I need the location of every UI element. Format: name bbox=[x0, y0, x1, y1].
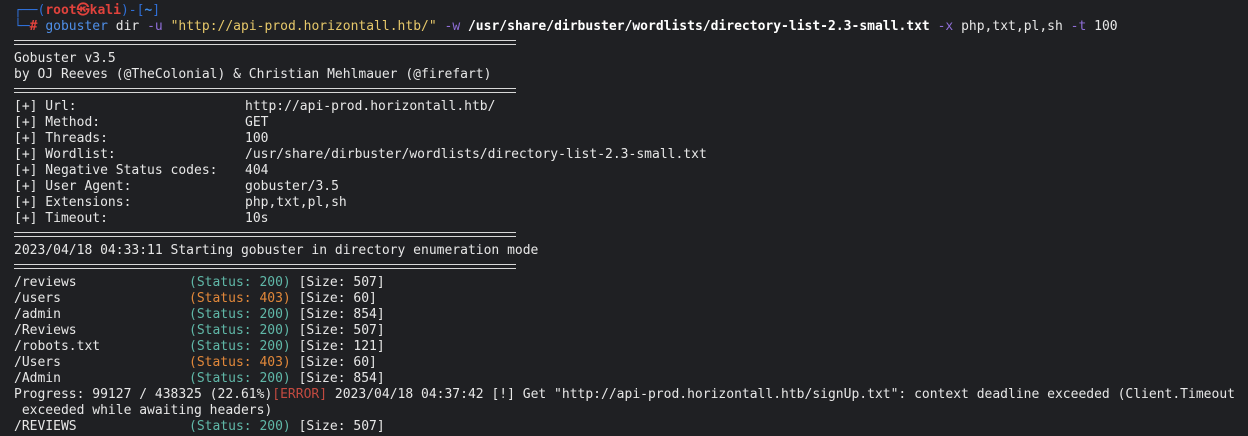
prompt-hash: # bbox=[29, 19, 38, 34]
arg-url: "http://api-prod.horizontall.htb/" bbox=[170, 19, 437, 34]
config-row-method: [+] Method: GET bbox=[14, 115, 269, 130]
result-status: (Status: 200) bbox=[189, 307, 291, 322]
result-path: /Reviews bbox=[14, 323, 77, 338]
command-line[interactable]: └─# gobuster dir -u "http://api-prod.hor… bbox=[14, 19, 1118, 35]
arg-wordlist: /usr/share/dirbuster/wordlists/directory… bbox=[467, 19, 930, 34]
result-path: /users bbox=[14, 291, 61, 306]
result-row: /REVIEWS (Status: 200) [Size: 507] bbox=[14, 419, 385, 435]
result-size: [Size: 854] bbox=[298, 371, 385, 386]
result-status: (Status: 200) bbox=[189, 371, 291, 386]
separator-1 bbox=[14, 40, 516, 45]
result-status: (Status: 403) bbox=[189, 291, 291, 306]
config-row-user-agent: [+] User Agent: gobuster/3.5 bbox=[14, 179, 339, 194]
result-row: /Admin (Status: 200) [Size: 854] bbox=[14, 371, 385, 387]
result-size: [Size: 507] bbox=[298, 419, 385, 434]
result-status: (Status: 200) bbox=[189, 419, 291, 434]
arg-threads: 100 bbox=[1094, 19, 1118, 34]
result-row: /reviews (Status: 200) [Size: 507] bbox=[14, 275, 385, 291]
result-row: /users (Status: 403) [Size: 60] bbox=[14, 291, 377, 307]
start-message: 2023/04/18 04:33:11 Starting gobuster in… bbox=[14, 243, 539, 258]
flag-t: -t bbox=[1070, 19, 1087, 34]
error-tag: [ERROR] bbox=[272, 387, 328, 402]
flag-x: -x bbox=[937, 19, 954, 34]
prompt-end-bracket: ] bbox=[152, 3, 161, 18]
prompt-separator: )-[ bbox=[120, 3, 145, 18]
error-message: 2023/04/18 04:37:42 [!] Get "http://api-… bbox=[327, 387, 1235, 402]
progress-line: Progress: 99127 / 438325 (22.61%)[ERROR]… bbox=[14, 387, 1235, 403]
result-row: /robots.txt (Status: 200) [Size: 121] bbox=[14, 339, 385, 355]
result-status: (Status: 200) bbox=[189, 339, 291, 354]
separator-3 bbox=[14, 232, 516, 237]
config-row-wordlist: [+] Wordlist:/usr/share/dirbuster/wordli… bbox=[14, 147, 707, 162]
separator-2 bbox=[14, 88, 516, 93]
flag-w: -w bbox=[444, 19, 461, 34]
result-size: [Size: 854] bbox=[298, 307, 385, 322]
arg-extensions: php,txt,pl,sh bbox=[961, 19, 1063, 34]
config-row-extensions: [+] Extensions: php,txt,pl,sh bbox=[14, 195, 347, 210]
prompt-header: ┌──(root㉿kali)-[~] bbox=[14, 3, 160, 19]
result-path: /Admin bbox=[14, 371, 61, 386]
result-path: /admin bbox=[14, 307, 61, 322]
result-size: [Size: 507] bbox=[298, 323, 385, 338]
config-row-negative-status: [+] Negative Status codes: 404 bbox=[14, 163, 269, 178]
result-path: /robots.txt bbox=[14, 339, 101, 354]
result-status: (Status: 200) bbox=[189, 323, 291, 338]
separator-4 bbox=[14, 264, 516, 269]
prompt-box-bottom: └─ bbox=[14, 19, 30, 34]
progress-counter: Progress: 99127 / 438325 (22.61%) bbox=[14, 387, 273, 402]
config-row-timeout: [+] Timeout: 10s bbox=[14, 211, 269, 226]
result-path: /reviews bbox=[14, 275, 77, 290]
result-status: (Status: 200) bbox=[189, 275, 291, 290]
result-size: [Size: 60] bbox=[298, 291, 377, 306]
result-row: /admin (Status: 200) [Size: 854] bbox=[14, 307, 385, 323]
result-size: [Size: 507] bbox=[298, 275, 385, 290]
flag-u: -u bbox=[147, 19, 163, 34]
config-row-threads: [+] Threads: 100 bbox=[14, 131, 269, 146]
command-name: gobuster bbox=[45, 19, 108, 34]
result-size: [Size: 121] bbox=[298, 339, 385, 354]
result-size: [Size: 60] bbox=[298, 355, 377, 370]
result-path: /REVIEWS bbox=[14, 419, 77, 434]
banner-version: Gobuster v3.5 bbox=[14, 51, 116, 66]
command-subcommand: dir bbox=[115, 19, 140, 34]
config-row-url: [+] Url: http://api-prod.horizontall.htb/ bbox=[14, 99, 496, 114]
error-continuation: exceeded while awaiting headers) bbox=[14, 403, 273, 418]
banner-authors: by OJ Reeves (@TheColonial) & Christian … bbox=[14, 67, 492, 82]
result-status: (Status: 403) bbox=[189, 355, 291, 370]
prompt-box-top: ┌──( bbox=[14, 3, 46, 18]
result-path: /Users bbox=[14, 355, 61, 370]
prompt-user: root㉿kali bbox=[45, 3, 121, 18]
terminal-window[interactable]: ┌──(root㉿kali)-[~] └─# gobuster dir -u "… bbox=[0, 0, 1248, 436]
result-row: /Users (Status: 403) [Size: 60] bbox=[14, 355, 377, 371]
result-row: /Reviews (Status: 200) [Size: 507] bbox=[14, 323, 385, 339]
